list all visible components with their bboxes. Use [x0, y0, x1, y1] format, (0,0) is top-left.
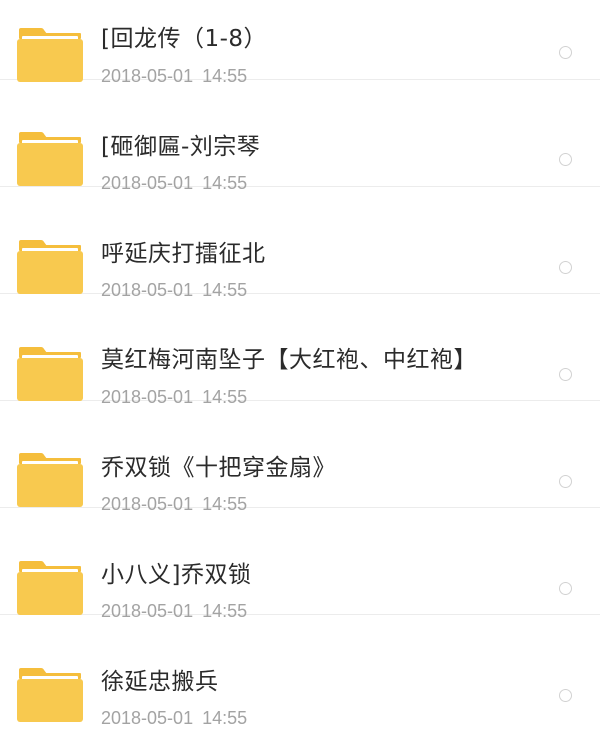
- select-radio[interactable]: [559, 475, 572, 488]
- folder-row[interactable]: [回龙传（1-8） 2018-05-01 14:55: [0, 0, 600, 86]
- folder-icon: [16, 346, 84, 402]
- select-radio[interactable]: [559, 368, 572, 381]
- folder-name: 呼延庆打擂征北: [101, 241, 266, 267]
- folder-icon: [16, 131, 84, 187]
- folder-name: [回龙传（1-8）: [101, 26, 268, 52]
- folder-row[interactable]: 徐延忠搬兵 2018-05-01 14:55: [0, 615, 600, 728]
- select-radio[interactable]: [559, 261, 572, 274]
- folder-row[interactable]: 莫红梅河南坠子【大红袍、中红袍】 2018-05-01 14:55: [0, 294, 600, 407]
- select-radio[interactable]: [559, 153, 572, 166]
- folder-row[interactable]: 呼延庆打擂征北 2018-05-01 14:55: [0, 187, 600, 300]
- folder-icon: [16, 27, 84, 83]
- folder-name: 小八义]乔双锁: [101, 562, 252, 588]
- folder-row[interactable]: 乔双锁《十把穿金扇》 2018-05-01 14:55: [0, 401, 600, 514]
- file-list: [回龙传（1-8） 2018-05-01 14:55 [砸御匾-刘宗琴 2018…: [0, 0, 600, 738]
- select-radio[interactable]: [559, 582, 572, 595]
- select-radio[interactable]: [559, 46, 572, 59]
- modified-date: 2018-05-01: [101, 708, 194, 728]
- folder-icon: [16, 667, 84, 723]
- folder-name: 徐延忠搬兵: [101, 669, 219, 695]
- folder-icon: [16, 239, 84, 295]
- folder-icon: [16, 452, 84, 508]
- folder-name: 乔双锁《十把穿金扇》: [101, 455, 336, 481]
- folder-row[interactable]: 小八义]乔双锁 2018-05-01 14:55: [0, 508, 600, 621]
- folder-icon: [16, 560, 84, 616]
- modified-time: 14:55: [202, 708, 248, 728]
- folder-name: [砸御匾-刘宗琴: [101, 134, 261, 160]
- folder-row[interactable]: [砸御匾-刘宗琴 2018-05-01 14:55: [0, 80, 600, 193]
- modified-datetime: 2018-05-01 14:55: [101, 707, 247, 729]
- select-radio[interactable]: [559, 689, 572, 702]
- folder-name: 莫红梅河南坠子【大红袍、中红袍】: [101, 347, 477, 373]
